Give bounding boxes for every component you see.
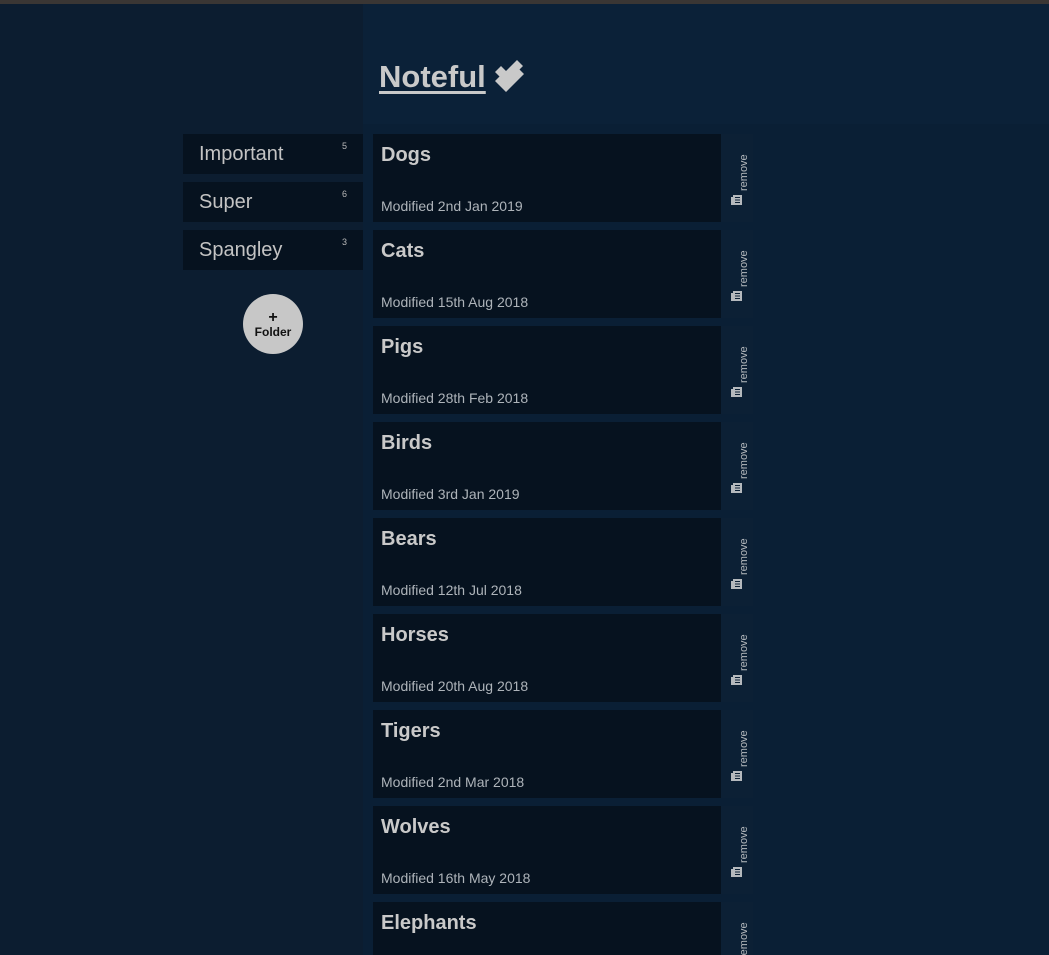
note-modified-date: Modified 12th Jul 2018 <box>381 582 522 598</box>
remove-note-button[interactable]: remove <box>721 326 753 414</box>
main-content: Dogs Modified 2nd Jan 2019 remove Cats M… <box>363 124 1049 955</box>
app-header: Noteful <box>363 4 1049 124</box>
remove-note-button[interactable]: remove <box>721 614 753 702</box>
note-title-link[interactable]: Wolves <box>381 816 451 839</box>
remove-note-button[interactable]: remove <box>721 806 753 894</box>
add-folder-label: Folder <box>254 325 292 339</box>
note-modified-date: Modified 2nd Jan 2019 <box>381 198 523 214</box>
note-modified-date: Modified 28th Feb 2018 <box>381 390 529 406</box>
trash-icon <box>731 579 742 589</box>
note-list: Dogs Modified 2nd Jan 2019 remove Cats M… <box>373 134 753 955</box>
remove-note-button[interactable]: remove <box>721 422 753 510</box>
note-modified-date: Modified 2nd Mar 2018 <box>381 774 525 790</box>
note-item: Birds Modified 3rd Jan 2019 remove <box>373 422 753 510</box>
remove-label: remove <box>738 154 750 191</box>
remove-label: remove <box>738 634 750 671</box>
remove-note-button[interactable]: remove <box>721 134 753 222</box>
folder-list: Important 5 Super 6 Spangley 3 <box>183 134 363 278</box>
remove-label: remove <box>738 442 750 479</box>
folder-label: Spangley <box>199 239 283 261</box>
remove-label: remove <box>738 922 750 955</box>
remove-label: remove <box>738 826 750 863</box>
note-modified-date: Modified 16th May 2018 <box>381 870 531 886</box>
note-item: Dogs Modified 2nd Jan 2019 remove <box>373 134 753 222</box>
note-item: Horses Modified 20th Aug 2018 remove <box>373 614 753 702</box>
note-item: Bears Modified 12th Jul 2018 remove <box>373 518 753 606</box>
remove-label: remove <box>738 346 750 383</box>
remove-note-button[interactable]: remove <box>721 518 753 606</box>
sidebar-item-spangley[interactable]: Spangley 3 <box>183 230 363 270</box>
remove-label: remove <box>738 538 750 575</box>
note-title-link[interactable]: Elephants <box>381 912 477 935</box>
double-check-icon <box>495 60 524 92</box>
add-folder-button[interactable]: + Folder <box>243 294 303 354</box>
note-item: Cats Modified 15th Aug 2018 remove <box>373 230 753 318</box>
note-title-link[interactable]: Bears <box>381 528 437 551</box>
note-title-link[interactable]: Cats <box>381 240 424 263</box>
note-title-link[interactable]: Pigs <box>381 336 423 359</box>
remove-note-button[interactable]: remove <box>721 902 753 955</box>
trash-icon <box>731 483 742 493</box>
note-title-link[interactable]: Birds <box>381 432 432 455</box>
folder-note-count: 6 <box>341 189 347 199</box>
trash-icon <box>731 867 742 877</box>
app-title-link[interactable]: Noteful <box>379 59 486 95</box>
note-title-link[interactable]: Tigers <box>381 720 441 743</box>
folder-label: Super <box>199 191 253 213</box>
note-modified-date: Modified 20th Aug 2018 <box>381 678 529 694</box>
note-item: Tigers Modified 2nd Mar 2018 remove <box>373 710 753 798</box>
sidebar: Important 5 Super 6 Spangley 3 + Folder <box>0 4 363 955</box>
sidebar-item-super[interactable]: Super 6 <box>183 182 363 222</box>
folder-note-count: 3 <box>341 237 347 247</box>
trash-icon <box>731 291 742 301</box>
remove-note-button[interactable]: remove <box>721 230 753 318</box>
trash-icon <box>731 771 742 781</box>
remove-label: remove <box>738 250 750 287</box>
note-item: Pigs Modified 28th Feb 2018 remove <box>373 326 753 414</box>
remove-label: remove <box>738 730 750 767</box>
plus-icon: + <box>268 309 278 326</box>
note-item: Elephants remove <box>373 902 753 955</box>
sidebar-item-important[interactable]: Important 5 <box>183 134 363 174</box>
folder-note-count: 5 <box>341 141 347 151</box>
trash-icon <box>731 387 742 397</box>
note-modified-date: Modified 3rd Jan 2019 <box>381 486 520 502</box>
note-item: Wolves Modified 16th May 2018 remove <box>373 806 753 894</box>
folder-label: Important <box>199 143 284 165</box>
trash-icon <box>731 195 742 205</box>
note-title-link[interactable]: Horses <box>381 624 449 647</box>
trash-icon <box>731 675 742 685</box>
note-modified-date: Modified 15th Aug 2018 <box>381 294 529 310</box>
remove-note-button[interactable]: remove <box>721 710 753 798</box>
note-title-link[interactable]: Dogs <box>381 144 431 167</box>
